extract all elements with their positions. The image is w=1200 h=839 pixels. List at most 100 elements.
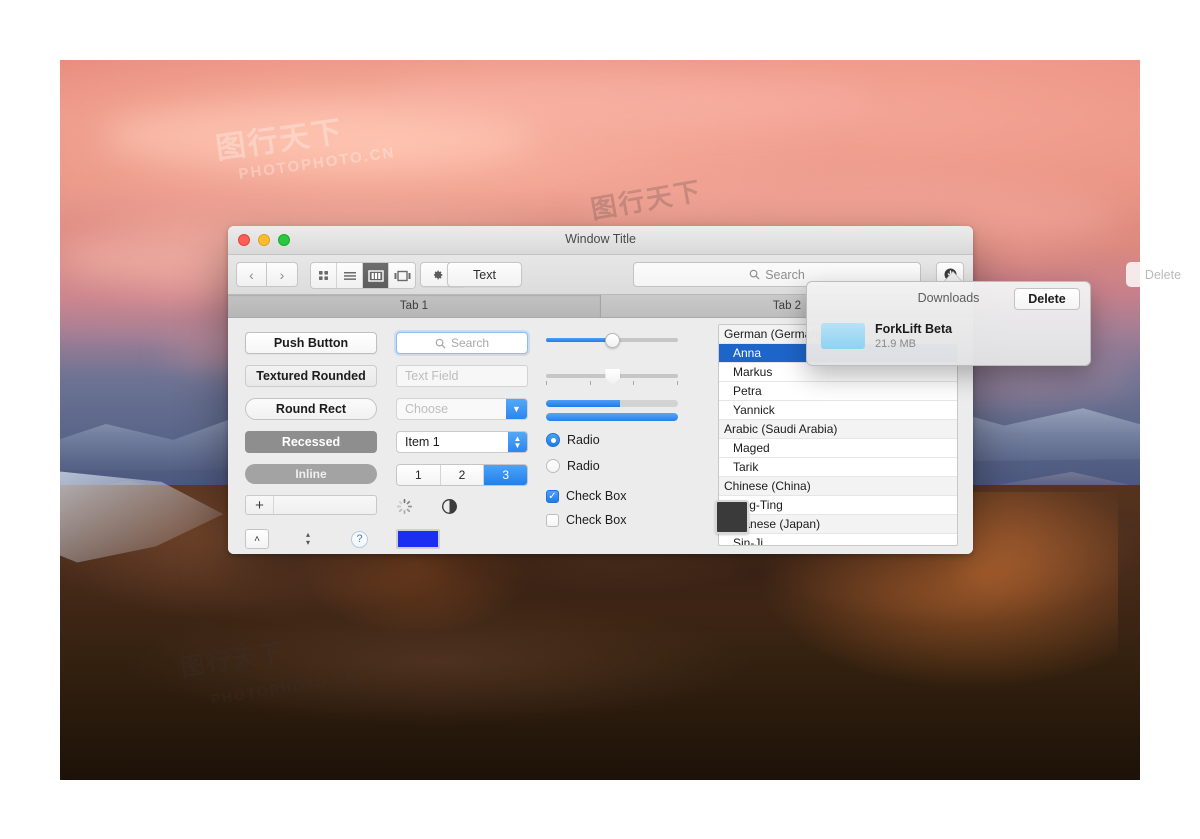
search-field-placeholder: Search [450, 336, 490, 350]
tab-1-label: Tab 1 [399, 300, 429, 312]
view-mode-segmented-control [310, 262, 416, 289]
text-field[interactable]: Text Field [396, 365, 528, 387]
popover-header: Downloads Delete [807, 282, 1090, 316]
list-item[interactable]: Petra [719, 382, 957, 401]
checkbox-option-2[interactable]: Check Box [546, 513, 716, 527]
slider-ticks [546, 381, 678, 385]
sliders-column: Radio Radio ✓ Check Box Check Box [546, 332, 716, 527]
chevron-down-icon[interactable]: ▼ [506, 399, 527, 419]
radio-1-label: Radio [567, 433, 600, 447]
list-item[interactable]: Chinese (China) [719, 477, 957, 496]
text-toolbar-button[interactable]: Text [447, 262, 522, 287]
page-margin-left [0, 0, 60, 839]
page-margin-bottom [0, 780, 1200, 839]
chevron-left-icon: ‹ [249, 266, 254, 283]
radio-icon-selected[interactable] [546, 433, 560, 447]
list-view-icon [343, 271, 356, 280]
main-window: Window Title ‹ › Text Search Tab 1 Tab 2… [228, 226, 973, 554]
list-item[interactable]: Japanese (Japan) [719, 515, 957, 534]
popup-button-value: Item 1 [405, 435, 440, 449]
list-item[interactable]: Ting-Ting [719, 496, 957, 515]
forward-button[interactable]: › [267, 262, 298, 287]
delete-button[interactable]: Delete [1014, 288, 1080, 310]
list-view-button[interactable] [337, 263, 363, 288]
radio-2-label: Radio [567, 459, 600, 473]
color-well-dark[interactable] [715, 500, 749, 534]
level-indicator-icon [442, 499, 457, 514]
slider-fill [546, 338, 615, 342]
window-title: Window Title [565, 232, 636, 246]
download-item[interactable]: ForkLift Beta 21.9 MB [821, 322, 952, 350]
color-well-blue[interactable] [396, 529, 440, 549]
add-bar[interactable]: + [245, 495, 377, 515]
list-item[interactable]: Yannick [719, 401, 957, 420]
segment-2[interactable]: 2 [440, 465, 485, 485]
stepper-down-icon[interactable]: ▾ [306, 539, 310, 547]
search-field[interactable]: Search [396, 332, 528, 354]
back-button[interactable]: ‹ [236, 262, 267, 287]
checkbox-option-1[interactable]: ✓ Check Box [546, 489, 716, 503]
stepper-control[interactable]: ▴ ▾ [301, 528, 315, 550]
slider-knob[interactable] [605, 333, 621, 348]
push-button[interactable]: Push Button [245, 332, 377, 354]
small-controls-row: ˄ ▴ ▾ ? [245, 528, 377, 550]
progress-spinner-icon [396, 498, 413, 515]
icon-view-button[interactable] [311, 263, 337, 288]
radio-option-1[interactable]: Radio [546, 433, 716, 447]
help-button[interactable]: ? [351, 530, 368, 548]
toolbar-search-placeholder: Search [765, 267, 805, 282]
inline-button[interactable]: Inline [245, 464, 377, 484]
icon-view-icon [319, 271, 328, 280]
gallery-view-icon [394, 270, 410, 281]
window-titlebar[interactable]: Window Title [228, 226, 973, 255]
page-margin-top [0, 0, 1200, 60]
checkbox-1-label: Check Box [566, 489, 627, 503]
column-view-icon [367, 269, 384, 282]
search-icon [749, 269, 760, 280]
segment-3[interactable]: 3 [484, 465, 527, 485]
combo-box-placeholder: Choose [405, 402, 449, 416]
tab-1[interactable]: Tab 1 [228, 295, 601, 317]
download-item-name: ForkLift Beta [875, 322, 953, 336]
determinate-progress-bar [546, 400, 678, 407]
column-view-button[interactable] [363, 263, 389, 288]
fields-column: Search Text Field Choose ▼ Item 1 ▲ ▼ 1 … [396, 332, 556, 549]
search-icon [435, 338, 446, 348]
gallery-view-button[interactable] [389, 263, 415, 288]
file-icon [821, 323, 865, 349]
textured-rounded-button[interactable]: Textured Rounded [245, 365, 377, 387]
recessed-button[interactable]: Recessed [245, 431, 377, 453]
segmented-control: 1 2 3 [396, 464, 528, 486]
radio-option-2[interactable]: Radio [546, 459, 716, 473]
list-item[interactable]: Tarik [719, 458, 957, 477]
indeterminate-progress-bar [546, 413, 678, 421]
download-item-size: 21.9 MB [875, 338, 916, 350]
chevron-right-icon: › [279, 266, 285, 283]
ghost-delete-button: Delete [1126, 262, 1200, 287]
screenshot-root: 图行天下 PHOTOPHOTO.CN 图行天下 图行天下 PHOTOPHOTO.… [0, 0, 1200, 839]
checkbox-icon[interactable] [546, 513, 559, 527]
combo-box[interactable]: Choose ▼ [396, 398, 528, 420]
downloads-popover: Downloads Delete ForkLift Beta 21.9 MB [806, 281, 1091, 366]
download-item-text: ForkLift Beta 21.9 MB [875, 322, 952, 350]
buttons-column: Push Button Textured Rounded Round Rect … [245, 332, 403, 550]
segment-1[interactable]: 1 [397, 465, 441, 485]
progress-fill [546, 400, 620, 407]
tick-slider[interactable] [546, 368, 678, 390]
disclosure-button[interactable]: ˄ [245, 529, 269, 549]
round-rect-button[interactable]: Round Rect [245, 398, 377, 420]
checkbox-icon-checked[interactable]: ✓ [546, 489, 559, 503]
tab-2-label: Tab 2 [772, 300, 802, 312]
checkbox-2-label: Check Box [566, 513, 627, 527]
page-margin-right [1140, 0, 1200, 839]
plus-icon[interactable]: + [246, 496, 274, 514]
text-button-label: Text [473, 267, 496, 282]
list-item[interactable]: Arabic (Saudi Arabia) [719, 420, 957, 439]
radio-icon[interactable] [546, 459, 560, 473]
continuous-slider[interactable] [546, 332, 678, 348]
popup-button[interactable]: Item 1 ▲ ▼ [396, 431, 528, 453]
navigation-buttons: ‹ › [236, 262, 298, 287]
chevron-updown-icon[interactable]: ▲ ▼ [508, 432, 527, 452]
list-item[interactable]: Sin-Ji [719, 534, 957, 545]
list-item[interactable]: Maged [719, 439, 957, 458]
